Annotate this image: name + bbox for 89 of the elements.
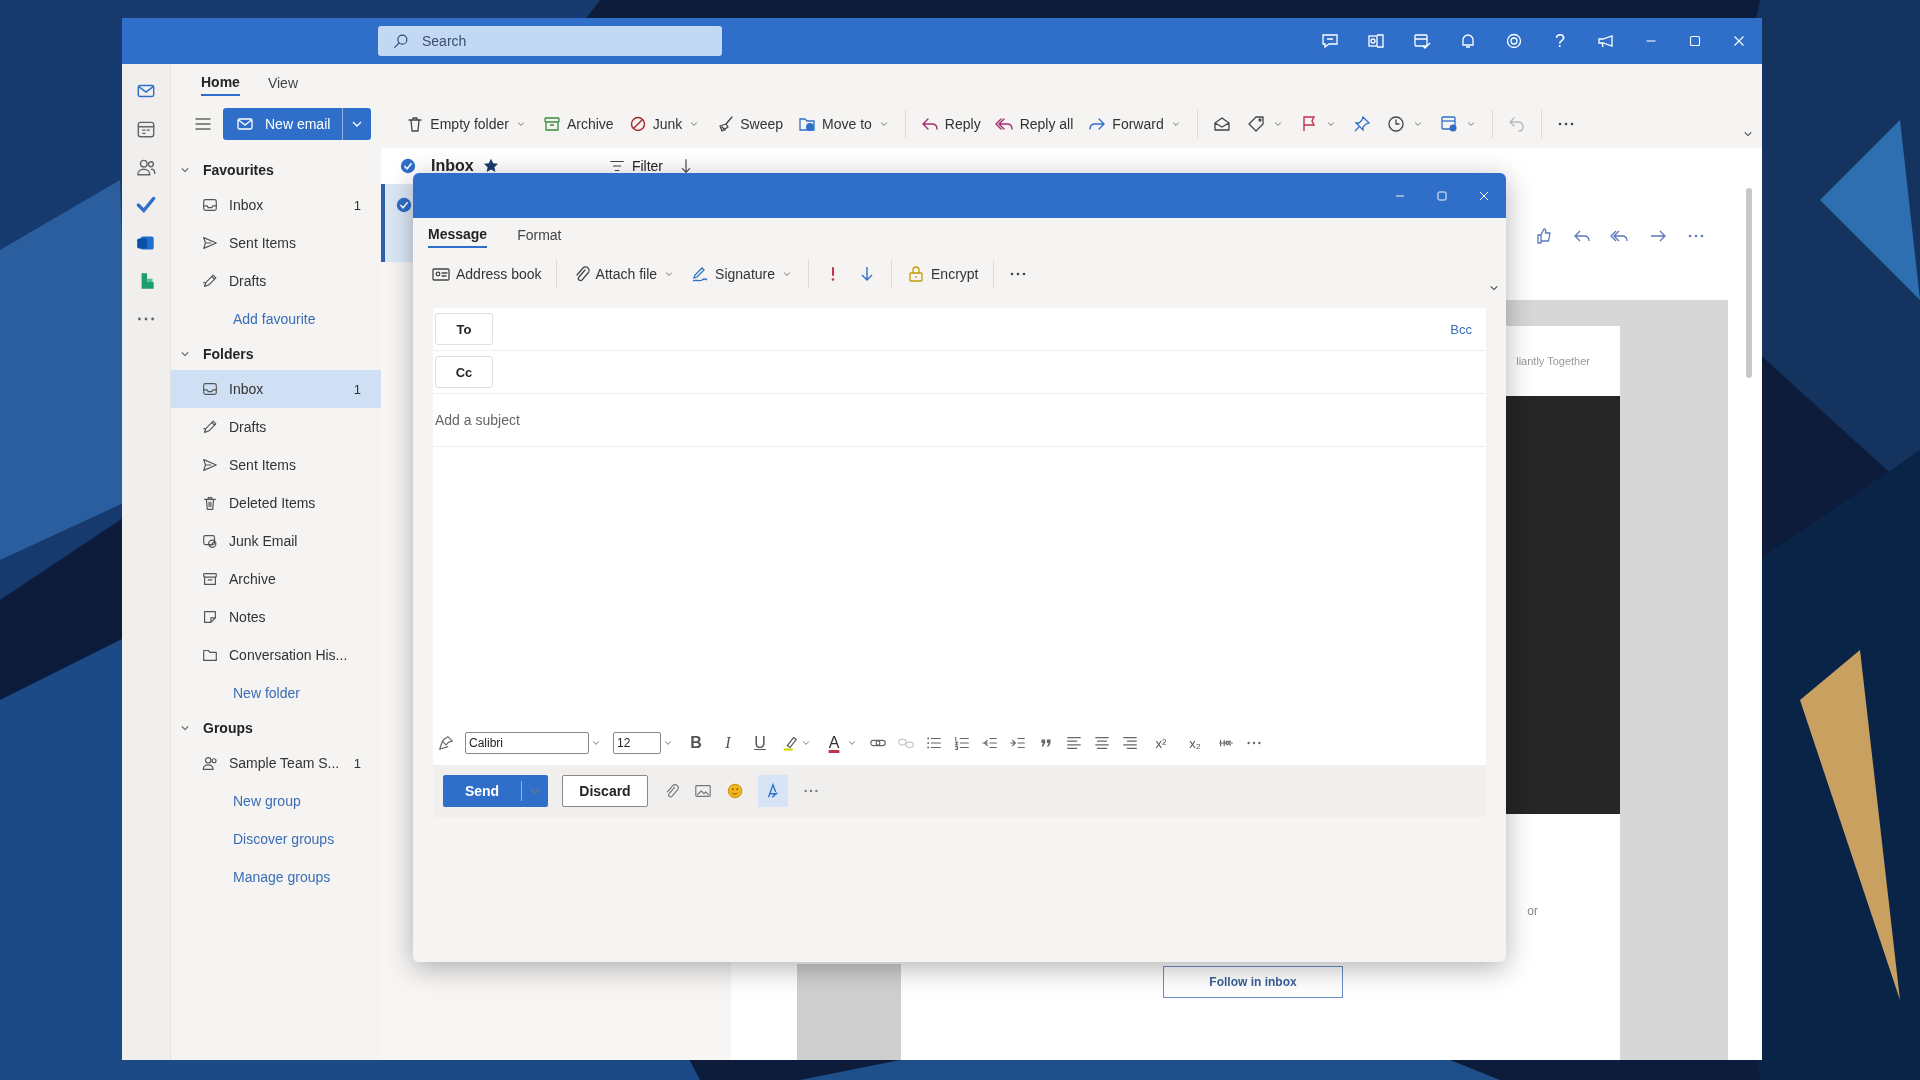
toolbar-button[interactable]: Attach file bbox=[570, 264, 677, 284]
trash-icon bbox=[201, 494, 219, 512]
folder-link[interactable]: Discover groups bbox=[171, 820, 381, 858]
style-button[interactable]: U bbox=[749, 734, 771, 752]
ribbon-command[interactable]: Junk bbox=[627, 114, 702, 134]
folder-link[interactable]: Manage groups bbox=[171, 858, 381, 896]
folder-item[interactable]: Sample Team S... 1 bbox=[171, 744, 381, 782]
inbox-icon bbox=[201, 380, 219, 398]
folder-item[interactable]: Notes bbox=[171, 598, 381, 636]
calendar-check-icon[interactable] bbox=[1412, 31, 1432, 51]
bcc-link[interactable]: Bcc bbox=[1450, 321, 1472, 337]
folder-item[interactable]: Archive bbox=[171, 560, 381, 598]
clock-icon bbox=[1385, 114, 1406, 134]
folder-item[interactable]: Drafts bbox=[171, 408, 381, 446]
align-center-icon[interactable] bbox=[1093, 734, 1111, 752]
folder-item[interactable]: Junk Email bbox=[171, 522, 381, 560]
font-size-field[interactable]: 12 bbox=[613, 732, 661, 754]
chat-icon[interactable] bbox=[1320, 31, 1340, 51]
superscript-button[interactable]: x² bbox=[1149, 735, 1173, 751]
checkmark-icon[interactable] bbox=[135, 194, 157, 216]
compose-tab[interactable]: Format bbox=[517, 226, 562, 248]
folder-item[interactable]: Sent Items bbox=[171, 446, 381, 484]
format-painter-icon[interactable] bbox=[437, 734, 455, 752]
font-color-button[interactable]: A bbox=[823, 734, 845, 752]
inbox-icon bbox=[201, 196, 219, 214]
ribbon-command[interactable]: Empty folder bbox=[405, 114, 528, 134]
banner-text: liantly Together bbox=[1516, 355, 1590, 367]
highlighter-icon[interactable] bbox=[781, 734, 799, 752]
calendar-icon bbox=[1438, 114, 1459, 134]
follow-button[interactable]: Follow in inbox bbox=[1163, 966, 1343, 998]
search-box[interactable]: Search bbox=[378, 26, 722, 56]
toolbar-button[interactable]: Signature bbox=[690, 264, 795, 284]
ribbon-command[interactable]: Move to bbox=[797, 114, 891, 134]
toolbar-button[interactable]: Address book bbox=[431, 264, 542, 284]
numbered-list-icon[interactable] bbox=[953, 734, 971, 752]
pencil-icon bbox=[201, 272, 219, 290]
folder-item[interactable]: Drafts bbox=[171, 262, 381, 300]
body-text: or bbox=[1527, 904, 1538, 918]
style-button[interactable]: I bbox=[717, 734, 739, 752]
folder-item[interactable]: Inbox 1 bbox=[171, 370, 381, 408]
section-title: Favourites bbox=[203, 162, 274, 178]
ribbon-tab[interactable]: Home bbox=[201, 74, 240, 96]
image-icon[interactable] bbox=[694, 782, 712, 800]
check-circle-icon[interactable] bbox=[395, 196, 413, 214]
emoji-icon[interactable] bbox=[726, 782, 744, 800]
section-title: Groups bbox=[203, 720, 253, 736]
scrollbar[interactable] bbox=[1746, 188, 1752, 378]
app-icon[interactable] bbox=[1366, 31, 1386, 51]
editor-button[interactable] bbox=[758, 775, 788, 807]
blocked-icon bbox=[201, 532, 219, 550]
folder-item[interactable]: Inbox 1 bbox=[171, 186, 381, 224]
archive-box-icon bbox=[201, 570, 219, 588]
folder-item[interactable]: Conversation His... bbox=[171, 636, 381, 674]
ribbon-command[interactable]: Reply bbox=[919, 114, 981, 134]
ribbon-command[interactable]: Sweep bbox=[715, 114, 784, 134]
font-field[interactable]: Calibri bbox=[465, 732, 589, 754]
folder-item[interactable]: Sent Items bbox=[171, 224, 381, 262]
filter-button[interactable]: Filter bbox=[607, 157, 663, 175]
help-button[interactable]: ? bbox=[1550, 30, 1570, 52]
recipient-button[interactable]: To bbox=[435, 313, 493, 345]
align-right-icon[interactable] bbox=[1121, 734, 1139, 752]
list-title: Inbox bbox=[431, 157, 474, 175]
ribbon-command[interactable]: Archive bbox=[541, 114, 614, 134]
ribbon-tab[interactable]: View bbox=[267, 74, 298, 96]
send-icon bbox=[201, 456, 219, 474]
folder-link[interactable]: New group bbox=[171, 782, 381, 820]
folder-link[interactable]: Add favourite bbox=[171, 300, 381, 338]
thumbs-up-icon[interactable] bbox=[1534, 226, 1554, 246]
folder-link[interactable]: New folder bbox=[171, 674, 381, 712]
recipient-button[interactable]: Cc bbox=[435, 356, 493, 388]
people-icon bbox=[201, 754, 219, 772]
check-circle-icon[interactable] bbox=[399, 157, 417, 175]
folder-item[interactable]: Deleted Items bbox=[171, 484, 381, 522]
align-left-icon[interactable] bbox=[1065, 734, 1083, 752]
discard-button[interactable]: Discard bbox=[562, 775, 648, 807]
settings-icon[interactable] bbox=[1504, 31, 1524, 51]
ribbon-command[interactable]: Reply all bbox=[994, 114, 1074, 134]
search-icon bbox=[392, 32, 410, 50]
style-button[interactable]: B bbox=[685, 734, 707, 752]
archive-box-icon bbox=[541, 114, 562, 134]
ribbon-command[interactable]: Forward bbox=[1087, 114, 1183, 134]
section-title: Folders bbox=[203, 346, 254, 362]
note-icon bbox=[201, 608, 219, 626]
send-icon bbox=[201, 234, 219, 252]
search-field[interactable]: Search bbox=[420, 32, 674, 50]
toolbar-button[interactable]: Encrypt bbox=[906, 264, 979, 284]
subscript-button[interactable]: x₂ bbox=[1183, 735, 1207, 751]
pencil-icon bbox=[201, 418, 219, 436]
compose-tab[interactable]: Message bbox=[428, 226, 488, 248]
